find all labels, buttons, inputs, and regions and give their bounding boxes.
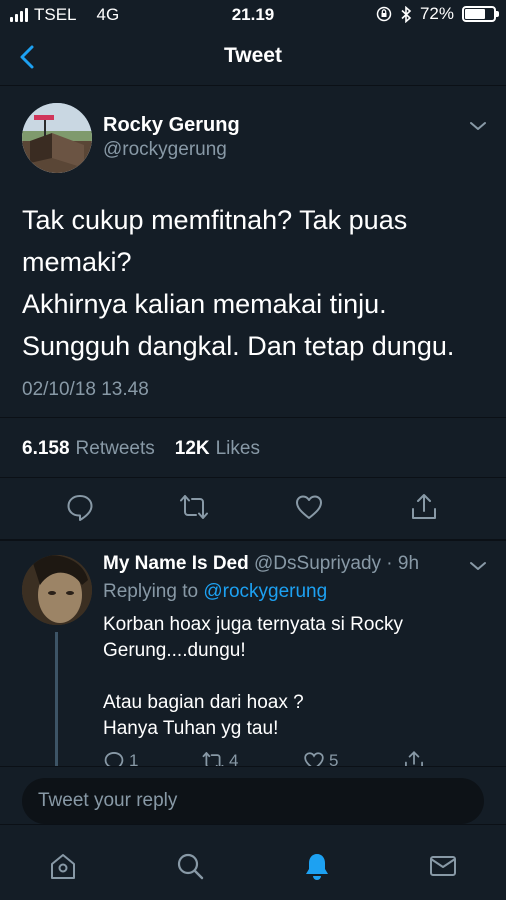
likes-label[interactable]: Likes xyxy=(216,438,260,460)
author-name[interactable]: Rocky Gerung xyxy=(103,114,240,137)
retweet-icon xyxy=(202,752,224,766)
tweet-stats: 6.158 Retweets 12K Likes xyxy=(22,438,274,460)
retweets-label[interactable]: Retweets xyxy=(76,438,155,460)
notifications-icon[interactable] xyxy=(302,851,332,881)
replying-prefix: Replying to xyxy=(103,581,199,602)
tweet-text-line: memaki? xyxy=(22,247,132,277)
avatar-image xyxy=(22,555,92,625)
divider xyxy=(0,477,506,478)
messages-icon[interactable] xyxy=(428,851,458,881)
tab-bar xyxy=(0,824,506,900)
nav-bar: Tweet xyxy=(0,30,506,86)
tweet-text-line: Tak cukup memfitnah? Tak puas xyxy=(22,205,408,235)
reply-reply-button[interactable]: 1 xyxy=(103,750,138,766)
reply-bar: Tweet your reply xyxy=(0,766,506,824)
rotation-lock-icon xyxy=(376,6,392,22)
tweet-actions xyxy=(0,492,506,532)
search-icon[interactable] xyxy=(175,851,205,881)
reply-text-line xyxy=(103,664,493,690)
bluetooth-icon xyxy=(401,5,412,23)
home-icon[interactable] xyxy=(48,851,78,881)
reply-retweet-count: 4 xyxy=(229,751,239,766)
reply-reply-count: 1 xyxy=(129,751,139,766)
status-right: 72% xyxy=(376,4,499,24)
reply-time: · 9h xyxy=(386,553,420,574)
reply-author-name[interactable]: My Name Is Ded xyxy=(103,553,249,574)
reply-text-line: Atau bagian dari hoax ? xyxy=(103,692,304,713)
replying-mention[interactable]: @rockygerung xyxy=(203,581,327,602)
status-bar: TSEL 4G 21.19 72% xyxy=(0,0,506,30)
share-icon xyxy=(405,750,423,766)
author-handle[interactable]: @rockygerung xyxy=(103,139,227,161)
avatar[interactable] xyxy=(22,555,92,625)
reply-text-line: Korban hoax juga ternyata si Rocky xyxy=(103,614,403,635)
like-icon[interactable] xyxy=(294,492,324,522)
avatar-image xyxy=(22,103,92,173)
tweet-text: Tak cukup memfitnah? Tak puas memaki? Ak… xyxy=(22,199,492,367)
likes-count[interactable]: 12K xyxy=(175,438,210,460)
replying-to: Replying to @rockygerung xyxy=(103,581,327,603)
tweet-date: 02/10/18 13.48 xyxy=(22,379,149,400)
reply-text: Korban hoax juga ternyata si Rocky Gerun… xyxy=(103,612,493,742)
like-icon xyxy=(304,752,324,766)
divider xyxy=(0,417,506,418)
reply-input[interactable]: Tweet your reply xyxy=(22,778,484,824)
retweet-icon[interactable] xyxy=(179,492,209,522)
reply-text-line: Hanya Tuhan yg tau! xyxy=(103,718,279,739)
reply-icon xyxy=(104,752,124,766)
page-title: Tweet xyxy=(224,44,282,67)
reply-text-line: Gerung....dungu! xyxy=(103,640,246,661)
retweets-count[interactable]: 6.158 xyxy=(22,438,70,460)
battery-icon xyxy=(462,6,499,22)
reply-author-handle[interactable]: @DsSupriyady xyxy=(254,553,381,574)
reply-actions: 1 4 5 xyxy=(103,750,483,766)
battery-fill xyxy=(465,9,486,19)
avatar[interactable] xyxy=(22,103,92,173)
reply-like-button[interactable]: 5 xyxy=(303,750,338,766)
chevron-down-icon[interactable] xyxy=(468,116,488,136)
reply-header: My Name Is Ded @DsSupriyady · 9h xyxy=(103,553,419,575)
share-icon[interactable] xyxy=(409,492,439,522)
reply-tweet[interactable]: My Name Is Ded @DsSupriyady · 9h Replyin… xyxy=(0,540,506,766)
chevron-down-icon[interactable] xyxy=(468,556,488,576)
battery-percent: 72% xyxy=(419,4,454,23)
tweet-text-line: Sungguh dangkal. Dan tetap dungu. xyxy=(22,331,455,361)
tweet-text-line: Akhirnya kalian memakai tinju. xyxy=(22,289,387,319)
thread-line xyxy=(55,632,58,766)
reply-icon[interactable] xyxy=(65,492,95,522)
reply-share-button[interactable] xyxy=(403,750,425,766)
reply-retweet-button[interactable]: 4 xyxy=(201,750,238,766)
reply-like-count: 5 xyxy=(329,751,339,766)
